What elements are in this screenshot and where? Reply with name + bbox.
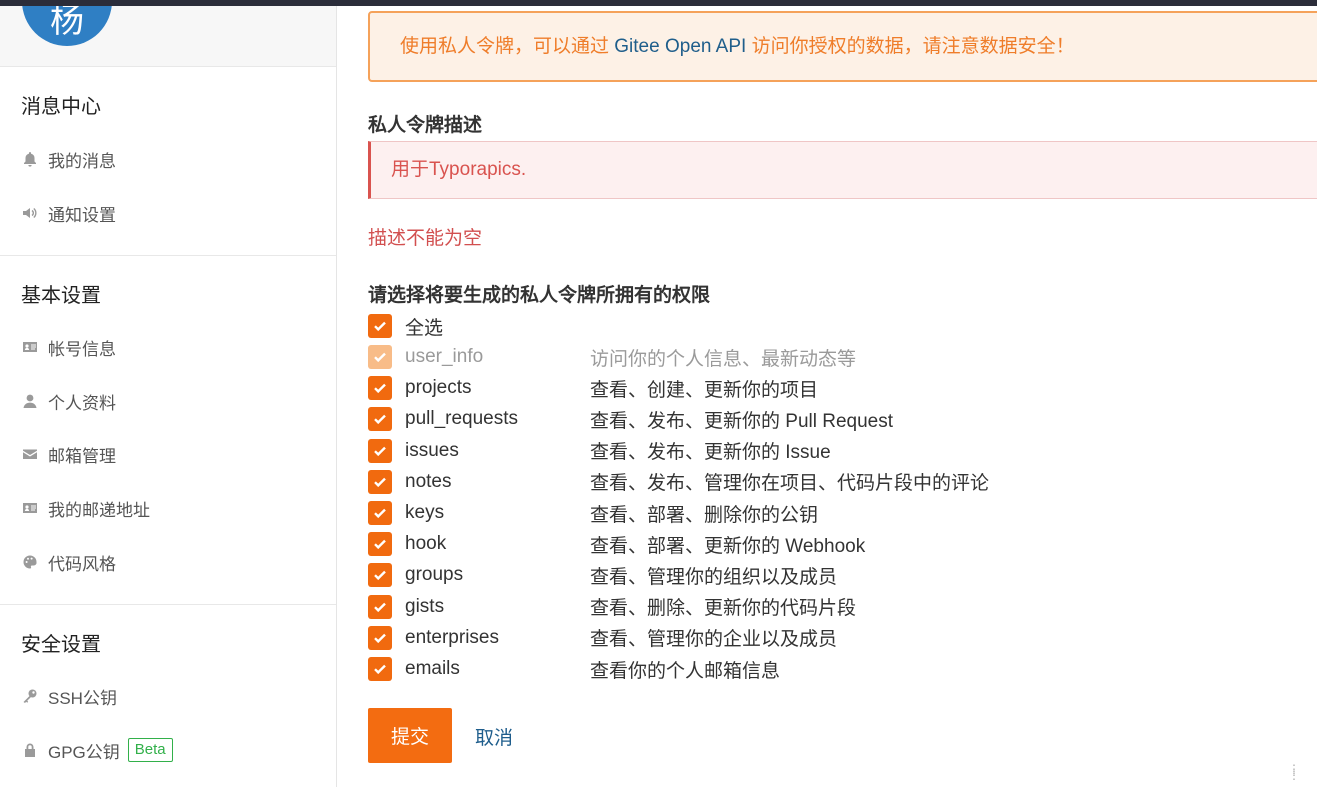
permission-checkbox[interactable] (368, 563, 392, 588)
permission-name: keys (405, 502, 445, 523)
description-error: 描述不能为空 (368, 228, 483, 249)
palette-icon (20, 552, 40, 572)
permission-checkbox[interactable] (368, 438, 392, 463)
permission-checkbox[interactable] (368, 625, 392, 650)
sidebar-item-label: 通知设置 (48, 205, 116, 225)
permission-row[interactable]: projects 查看、创建、更新你的项目 (368, 375, 818, 401)
permission-row[interactable]: gists 查看、删除、更新你的代码片段 (368, 594, 856, 620)
permission-row[interactable]: user_info 访问你的个人信息、最新动态等 (368, 344, 856, 370)
alert-api-text: Gitee Open API (614, 36, 747, 57)
divider (0, 604, 336, 605)
permission-description: 查看、部署、更新你的 Webhook (590, 535, 866, 557)
permission-description: 查看、发布、更新你的 Issue (590, 442, 831, 464)
select-all-label: 全选 (405, 317, 444, 339)
section-title-security: 安全设置 (21, 634, 101, 656)
info-alert: 使用私人令牌，可以通过 Gitee Open API 访问你授权的数据，请注意数… (368, 11, 1317, 82)
avatar[interactable]: 杨 (22, 6, 112, 46)
envelope-icon (20, 444, 40, 464)
select-all-checkbox[interactable] (368, 314, 392, 338)
permission-row[interactable]: keys 查看、部署、删除你的公钥 (368, 500, 818, 526)
sidebar-header: 杨 (0, 6, 336, 67)
permission-checkbox[interactable] (368, 376, 392, 401)
permission-checkbox[interactable] (368, 501, 392, 525)
sidebar-item-code-style[interactable]: 代码风格 (20, 550, 116, 574)
alert-text-prefix: 使用私人令牌，可以通过 (400, 36, 615, 57)
permission-row[interactable]: notes 查看、发布、管理你在项目、代码片段中的评论 (368, 469, 989, 495)
sidebar-item-label: 帐号信息 (48, 339, 116, 359)
permission-checkbox[interactable] (368, 594, 392, 619)
sidebar-item-label: 我的邮递地址 (48, 500, 150, 520)
permission-name: emails (405, 658, 460, 679)
permission-description: 查看、发布、更新你的 Pull Request (590, 410, 894, 432)
address-card-icon (20, 498, 40, 518)
sidebar-item-label: SSH公钥 (48, 688, 117, 708)
sidebar-item-email[interactable]: 邮箱管理 (20, 442, 116, 466)
alert-text-suffix: 访问你授权的数据，请注意数据安全！ (746, 36, 1075, 57)
permission-description: 查看、管理你的企业以及成员 (590, 629, 838, 651)
permission-name: enterprises (405, 626, 499, 648)
permission-description: 查看你的个人邮箱信息 (590, 660, 781, 682)
permission-row[interactable]: groups 查看、管理你的组织以及成员 (368, 562, 837, 588)
submit-button[interactable]: 提交 (368, 708, 452, 763)
sidebar-item-ssh-keys[interactable]: SSH公钥 (20, 684, 117, 708)
sidebar-item-mailing-address[interactable]: 我的邮递地址 (20, 496, 150, 520)
permission-name: notes (405, 470, 452, 492)
key-icon (20, 686, 40, 706)
permission-row[interactable]: pull_requests 查看、发布、更新你的 Pull Request (368, 406, 893, 432)
permission-name: pull_requests (405, 408, 519, 430)
permission-checkbox[interactable] (368, 407, 392, 432)
lock-icon (20, 740, 40, 760)
speaker-icon (20, 203, 40, 223)
permission-name: issues (405, 439, 459, 461)
sidebar-item-label: GPG公钥 (48, 742, 120, 762)
sidebar: 杨 消息中心 我的消息 通知设置 基本设置 帐号信息 个人资料 邮箱管理 我的邮… (0, 6, 337, 787)
permission-checkbox[interactable] (368, 657, 392, 681)
permission-description: 查看、发布、管理你在项目、代码片段中的评论 (590, 473, 990, 495)
beta-badge: Beta (127, 738, 173, 762)
permission-row[interactable]: enterprises 查看、管理你的企业以及成员 (368, 625, 837, 651)
divider (0, 255, 336, 256)
permission-row[interactable]: hook 查看、部署、更新你的 Webhook (368, 531, 865, 557)
permissions-label: 请选择将要生成的私人令牌所拥有的权限 (368, 285, 711, 306)
permission-description: 查看、部署、删除你的公钥 (590, 504, 819, 526)
permission-name: projects (405, 377, 472, 399)
permission-name: groups (405, 564, 464, 586)
sidebar-item-label: 代码风格 (48, 554, 116, 574)
user-icon (20, 391, 40, 411)
permission-row[interactable]: emails 查看你的个人邮箱信息 (368, 656, 780, 682)
description-input[interactable]: 用于Typorapics. (368, 141, 1317, 199)
sidebar-item-notification-settings[interactable]: 通知设置 (20, 201, 116, 225)
permission-description: 查看、管理你的组织以及成员 (590, 566, 838, 588)
sidebar-item-label: 邮箱管理 (48, 446, 116, 466)
token-form: 使用私人令牌，可以通过 Gitee Open API 访问你授权的数据，请注意数… (368, 6, 1317, 787)
bell-icon (20, 149, 40, 169)
id-card-icon (20, 337, 40, 357)
sidebar-item-profile[interactable]: 个人资料 (20, 389, 116, 413)
permission-name: user_info (405, 346, 484, 367)
section-title-basic: 基本设置 (21, 285, 101, 307)
sidebar-item-my-messages[interactable]: 我的消息 (20, 147, 116, 171)
permission-checkbox[interactable] (368, 532, 392, 557)
sidebar-item-gpg-keys[interactable]: GPG公钥 Beta (20, 738, 173, 762)
permission-name: hook (405, 533, 447, 555)
permission-description: 访问你的个人信息、最新动态等 (590, 348, 857, 370)
permission-name: gists (405, 595, 445, 617)
permission-checkbox (368, 345, 392, 369)
select-all-row[interactable]: 全选 (368, 313, 443, 339)
section-title-messages: 消息中心 (21, 96, 101, 118)
more-dots-icon: ⋮ ⋮ (1288, 762, 1300, 782)
permission-checkbox[interactable] (368, 469, 392, 494)
cancel-link[interactable]: 取消 (475, 723, 513, 750)
sidebar-item-label: 个人资料 (48, 393, 116, 413)
description-label: 私人令牌描述 (368, 115, 483, 136)
permission-description: 查看、创建、更新你的项目 (590, 379, 819, 401)
sidebar-item-label: 我的消息 (48, 151, 116, 171)
sidebar-item-account-info[interactable]: 帐号信息 (20, 335, 116, 359)
permission-row[interactable]: issues 查看、发布、更新你的 Issue (368, 438, 831, 464)
permission-description: 查看、删除、更新你的代码片段 (590, 598, 857, 620)
